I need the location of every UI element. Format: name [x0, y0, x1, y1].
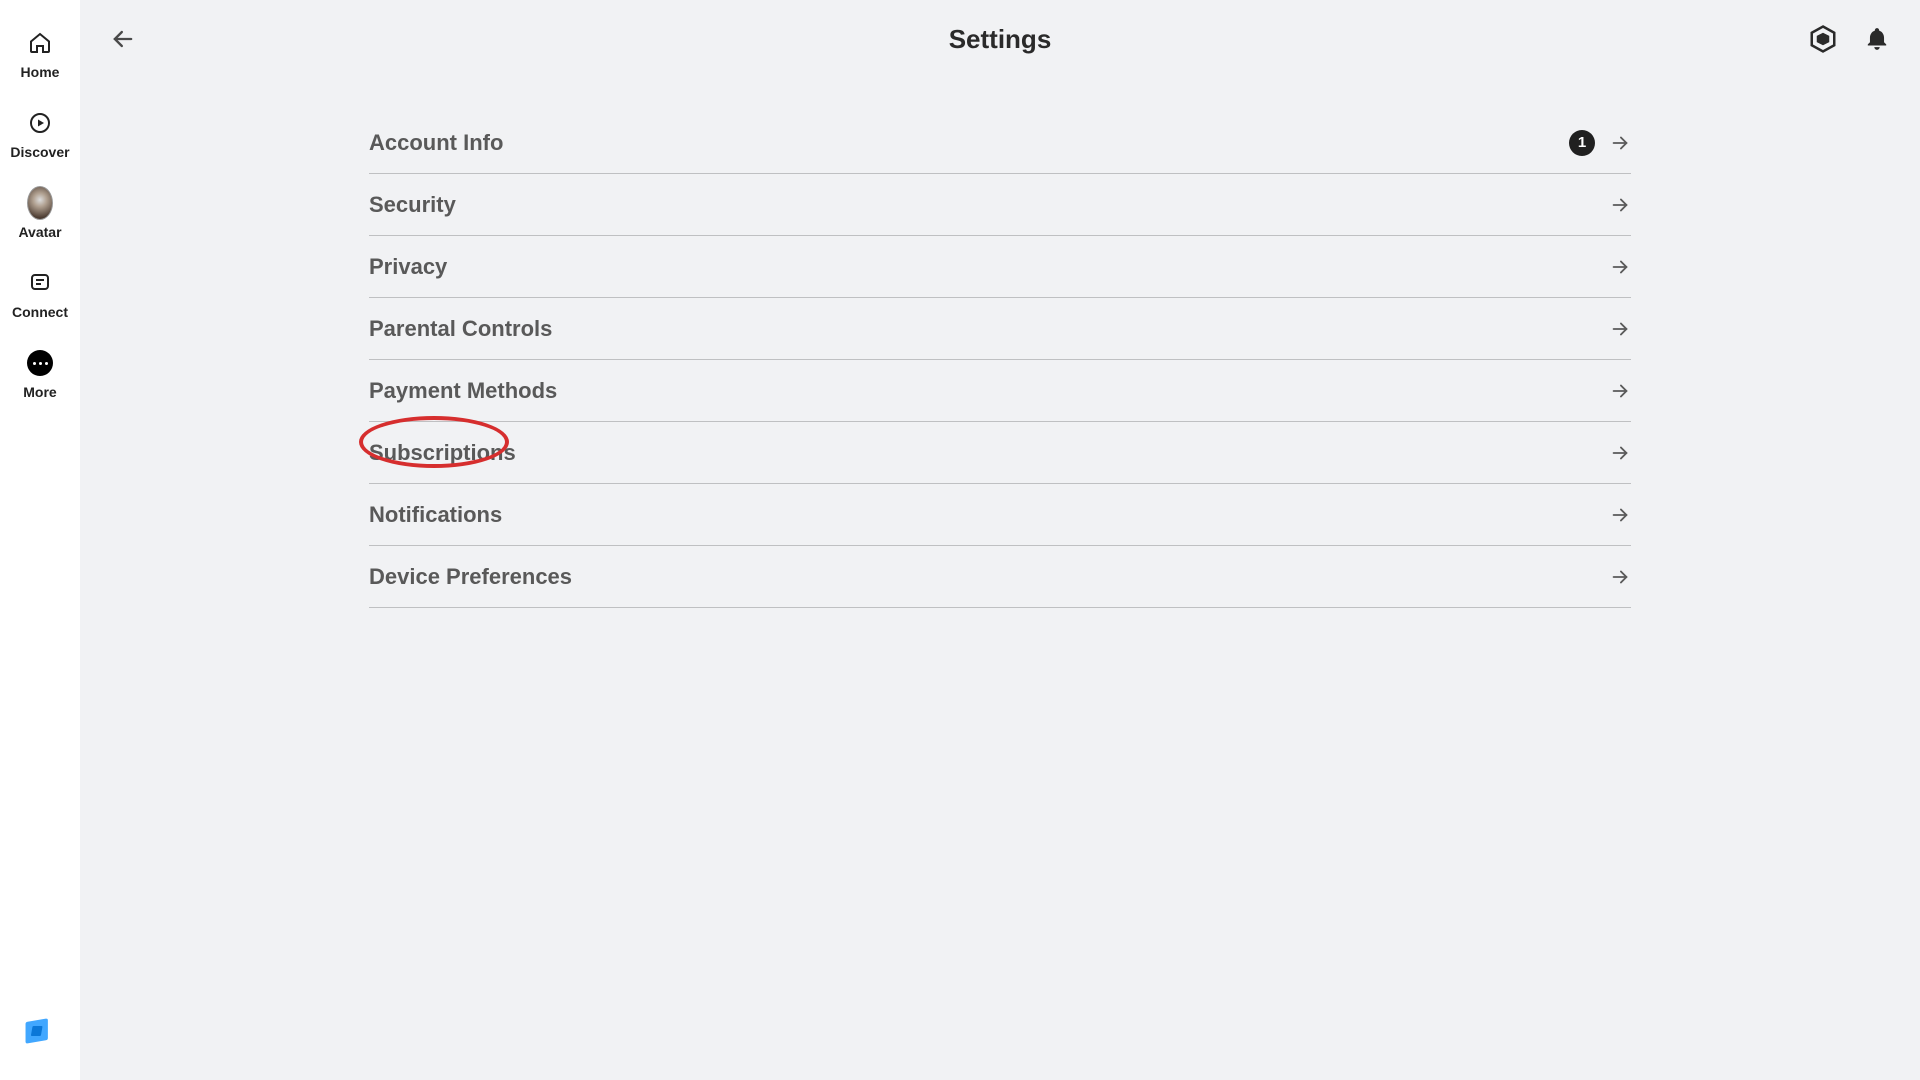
- settings-row-subscriptions[interactable]: Subscriptions: [369, 422, 1631, 484]
- sidebar-item-avatar[interactable]: Avatar: [0, 190, 80, 240]
- settings-row-label: Notifications: [369, 502, 502, 528]
- chevron-right-icon: [1609, 504, 1631, 526]
- page-title: Settings: [949, 24, 1052, 55]
- sidebar-item-label: More: [23, 384, 56, 400]
- sidebar-item-label: Avatar: [18, 224, 61, 240]
- roblox-studio-logo-icon[interactable]: [22, 1020, 57, 1050]
- chat-icon: [27, 270, 53, 296]
- settings-row-label: Payment Methods: [369, 378, 557, 404]
- back-button[interactable]: [108, 24, 138, 54]
- settings-row-payment-methods[interactable]: Payment Methods: [369, 360, 1631, 422]
- settings-row-security[interactable]: Security: [369, 174, 1631, 236]
- chevron-right-icon: [1609, 380, 1631, 402]
- settings-row-parental-controls[interactable]: Parental Controls: [369, 298, 1631, 360]
- settings-row-label: Device Preferences: [369, 564, 572, 590]
- settings-list: Account Info 1 Security Privacy: [369, 112, 1631, 608]
- robux-icon[interactable]: [1808, 24, 1838, 54]
- home-icon: [27, 30, 53, 56]
- sidebar-item-label: Home: [21, 64, 60, 80]
- settings-row-device-preferences[interactable]: Device Preferences: [369, 546, 1631, 608]
- sidebar-item-discover[interactable]: Discover: [0, 110, 80, 160]
- sidebar-item-more[interactable]: More: [0, 350, 80, 400]
- settings-row-notifications[interactable]: Notifications: [369, 484, 1631, 546]
- chevron-right-icon: [1609, 132, 1631, 154]
- chevron-right-icon: [1609, 318, 1631, 340]
- chevron-right-icon: [1609, 256, 1631, 278]
- sidebar-item-label: Discover: [10, 144, 69, 160]
- chevron-right-icon: [1609, 194, 1631, 216]
- play-circle-icon: [27, 110, 53, 136]
- notification-badge: 1: [1569, 130, 1595, 156]
- chevron-right-icon: [1609, 442, 1631, 464]
- more-icon: [27, 350, 53, 376]
- topbar: Settings: [80, 0, 1920, 78]
- settings-row-label: Account Info: [369, 130, 503, 156]
- avatar-icon: [27, 190, 53, 216]
- topbar-right: [1808, 0, 1892, 78]
- settings-row-label: Parental Controls: [369, 316, 552, 342]
- notifications-icon[interactable]: [1862, 24, 1892, 54]
- settings-row-label: Privacy: [369, 254, 447, 280]
- settings-row-label: Security: [369, 192, 456, 218]
- settings-row-account-info[interactable]: Account Info 1: [369, 112, 1631, 174]
- main-content: Settings Account Info 1 Security: [80, 0, 1920, 1080]
- chevron-right-icon: [1609, 566, 1631, 588]
- settings-row-label: Subscriptions: [369, 440, 516, 466]
- sidebar-item-home[interactable]: Home: [0, 30, 80, 80]
- settings-row-privacy[interactable]: Privacy: [369, 236, 1631, 298]
- sidebar: Home Discover Avatar Connect More: [0, 0, 80, 1080]
- sidebar-item-connect[interactable]: Connect: [0, 270, 80, 320]
- sidebar-item-label: Connect: [12, 304, 68, 320]
